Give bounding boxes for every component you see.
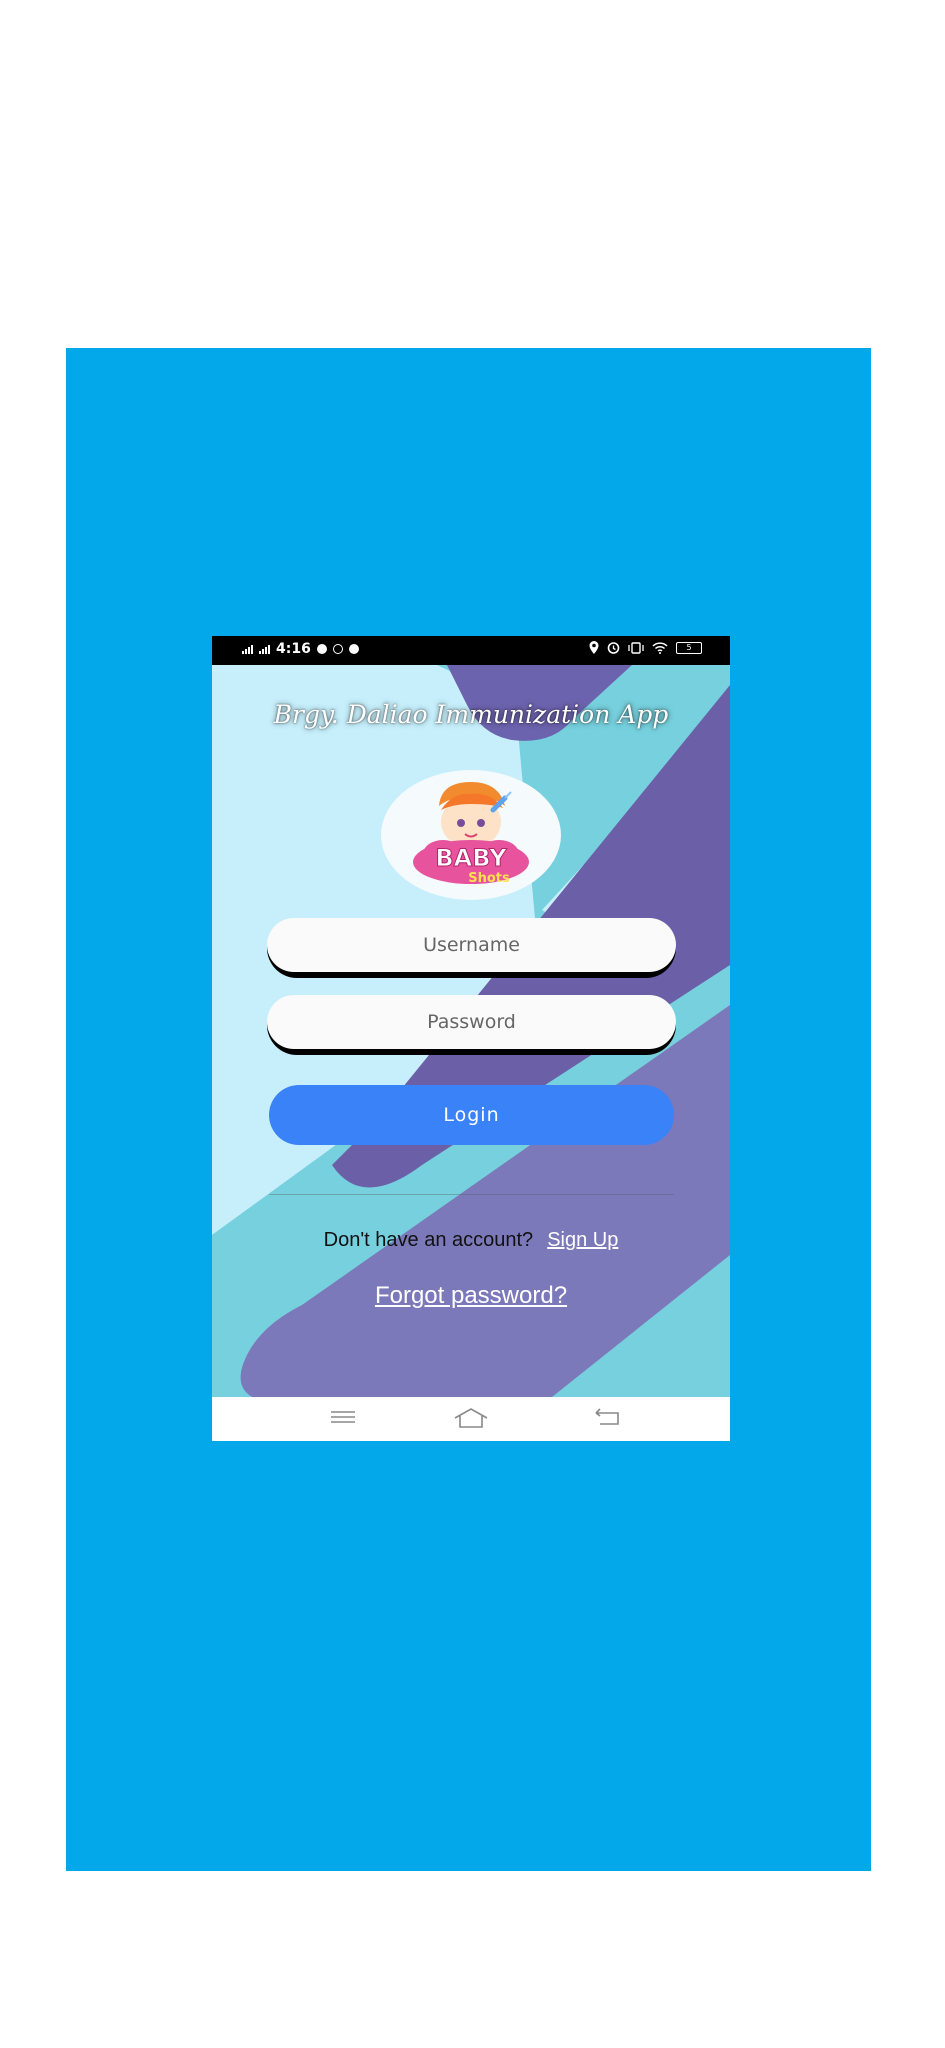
signup-row: Don't have an account? Sign Up — [212, 1229, 730, 1252]
messenger-icon — [348, 644, 359, 654]
menu-icon[interactable] — [330, 1407, 356, 1427]
vibrate-icon — [628, 641, 644, 654]
alarm-icon — [607, 642, 620, 654]
signal-icon — [259, 644, 270, 654]
app-logo: BABY Shots — [381, 770, 561, 900]
logo-text-baby: BABY — [435, 844, 507, 872]
phone-screen: 4:16 5 Brgy. Daliao Immunization App BAB… — [212, 636, 730, 1441]
signup-link[interactable]: Sign Up — [547, 1229, 618, 1251]
username-input-wrapper — [267, 918, 676, 978]
password-input[interactable] — [267, 995, 676, 1049]
battery-icon: 5 — [676, 641, 702, 654]
back-icon[interactable] — [594, 1407, 620, 1427]
signup-prompt: Don't have an account? — [323, 1229, 534, 1251]
app-title: Brgy. Daliao Immunization App — [273, 700, 669, 729]
status-time: 4:16 — [276, 641, 311, 657]
home-icon[interactable] — [453, 1407, 489, 1429]
forgot-password-link[interactable]: Forgot password? — [212, 1282, 730, 1310]
baby-shots-logo: BABY Shots — [413, 782, 529, 886]
password-input-wrapper — [267, 995, 676, 1055]
divider — [269, 1194, 674, 1195]
navigation-bar — [212, 1397, 730, 1441]
location-icon — [589, 641, 599, 654]
messenger-icon — [316, 644, 327, 654]
wifi-icon — [652, 641, 668, 654]
facebook-icon — [332, 644, 343, 654]
status-bar: 4:16 5 — [212, 636, 730, 665]
signal-icon — [242, 644, 253, 654]
username-input[interactable] — [267, 918, 676, 972]
logo-text-shots: Shots — [468, 871, 510, 886]
login-button[interactable]: Login — [269, 1085, 674, 1145]
